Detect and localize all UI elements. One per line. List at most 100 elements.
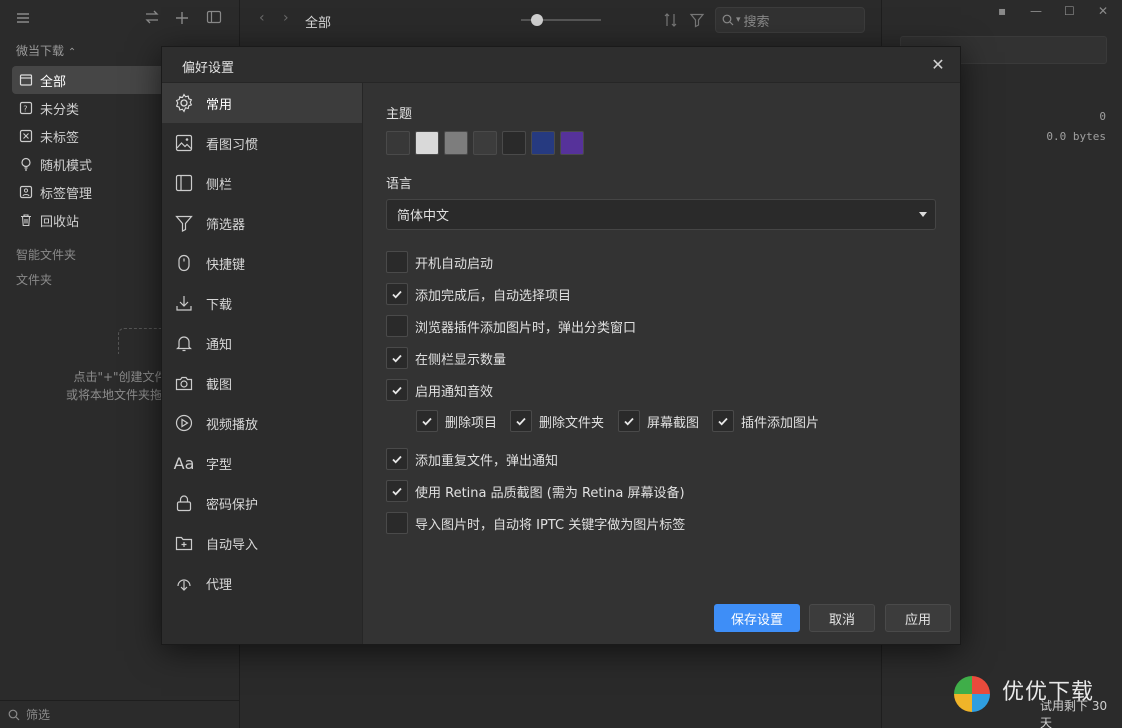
pref-nav-label: 侧栏: [206, 177, 233, 193]
filter-placeholder: 筛选: [26, 708, 51, 722]
forward-icon[interactable]: ›: [283, 10, 289, 26]
option-iptc-tags[interactable]: 导入图片时，自动将 IPTC 关键字做为图片标签: [386, 512, 685, 534]
sidebar-item-label: 未分类: [40, 102, 80, 118]
close-icon[interactable]: ✕: [928, 55, 948, 75]
suboption-delete-folder[interactable]: 删除文件夹: [510, 410, 604, 432]
cancel-button[interactable]: 取消: [809, 604, 875, 632]
sidebar-filter[interactable]: 筛选: [0, 700, 240, 728]
checkbox[interactable]: [386, 448, 408, 470]
option-label: 使用 Retina 品质截图 (需为 Retina 屏幕设备): [415, 485, 685, 501]
option-label: 删除项目: [445, 415, 498, 431]
slider-knob[interactable]: [531, 14, 543, 26]
sidebar-toolbar: [0, 8, 240, 32]
checkbox[interactable]: [386, 379, 408, 401]
brand-logo: [954, 676, 990, 712]
search-icon: [722, 14, 734, 26]
option-label: 屏幕截图: [647, 415, 700, 431]
menu-icon[interactable]: [16, 8, 30, 32]
checkbox[interactable]: [386, 315, 408, 337]
svg-text:?: ?: [23, 105, 27, 114]
option-label: 在侧栏显示数量: [415, 352, 507, 368]
language-select[interactable]: 简体中文: [386, 199, 936, 230]
add-icon[interactable]: [175, 8, 189, 32]
tab-font[interactable]: Aa 字型: [162, 443, 362, 483]
pref-nav-label: 代理: [206, 577, 233, 593]
option-show-count[interactable]: 在侧栏显示数量: [386, 347, 506, 369]
pref-nav-label: 快捷键: [206, 257, 246, 273]
toggle-sidebar-icon[interactable]: [206, 8, 222, 32]
theme-swatch-2[interactable]: [444, 131, 468, 155]
untagged-icon: [18, 128, 34, 144]
pref-nav-label: 自动导入: [206, 537, 259, 553]
library-switcher[interactable]: 微当下载 ⌃: [16, 42, 76, 59]
option-label: 导入图片时，自动将 IPTC 关键字做为图片标签: [415, 517, 686, 533]
maximize-icon[interactable]: ☐: [1064, 4, 1075, 18]
all-items-icon: [18, 72, 34, 88]
option-duplicate-notify[interactable]: 添加重复文件，弹出通知: [386, 448, 558, 470]
theme-swatch-5[interactable]: [531, 131, 555, 155]
camera-icon: [174, 373, 194, 393]
tab-proxy[interactable]: 代理: [162, 563, 362, 603]
tab-password[interactable]: 密码保护: [162, 483, 362, 523]
font-icon: Aa: [173, 453, 195, 473]
tab-general[interactable]: 常用: [162, 83, 362, 123]
checkbox[interactable]: [618, 410, 640, 432]
theme-label: 主题: [386, 107, 413, 122]
checkbox[interactable]: [386, 512, 408, 534]
chevron-updown-icon: ⌃: [67, 47, 77, 58]
pref-nav-label: 常用: [206, 97, 233, 113]
option-retina-screenshot[interactable]: 使用 Retina 品质截图 (需为 Retina 屏幕设备): [386, 480, 685, 502]
option-notify-sound[interactable]: 启用通知音效: [386, 379, 493, 401]
image-icon: [174, 133, 194, 153]
close-window-icon[interactable]: ✕: [1098, 4, 1108, 18]
sort-icon[interactable]: [144, 8, 160, 32]
checkbox[interactable]: [712, 410, 734, 432]
option-browser-popup[interactable]: 浏览器插件添加图片时，弹出分类窗口: [386, 315, 636, 337]
checkbox[interactable]: [386, 480, 408, 502]
tab-viewing[interactable]: 看图习惯: [162, 123, 362, 163]
search-input[interactable]: ▾ 搜索: [715, 7, 865, 33]
theme-swatch-4[interactable]: [502, 131, 526, 155]
checkbox[interactable]: [510, 410, 532, 432]
apply-button[interactable]: 应用: [885, 604, 951, 632]
theme-swatch-6[interactable]: [560, 131, 584, 155]
back-icon[interactable]: ‹: [259, 10, 265, 26]
save-settings-button[interactable]: 保存设置: [714, 604, 800, 632]
minimize-icon[interactable]: —: [1030, 4, 1042, 18]
play-icon: [174, 413, 194, 433]
tab-auto-import[interactable]: 自动导入: [162, 523, 362, 563]
main-toolbar: ‹ › 全部 ▾ 搜索: [241, 0, 881, 40]
tab-screenshot[interactable]: 截图: [162, 363, 362, 403]
checkbox[interactable]: [386, 251, 408, 273]
preferences-nav: 常用 看图习惯 侧栏 筛选器 快捷键 下载 通知 截图 视频播放 Aa 字型 密…: [162, 83, 363, 644]
checkbox[interactable]: [386, 347, 408, 369]
option-auto-select[interactable]: 添加完成后，自动选择项目: [386, 283, 571, 305]
theme-swatch-0[interactable]: [386, 131, 410, 155]
option-label: 开机自动启动: [415, 256, 494, 272]
pref-nav-label: 看图习惯: [206, 137, 259, 153]
suboption-plugin-add[interactable]: 插件添加图片: [712, 410, 819, 432]
tab-video[interactable]: 视频播放: [162, 403, 362, 443]
suboption-delete-item[interactable]: 删除项目: [416, 410, 497, 432]
filter-icon[interactable]: [689, 12, 705, 32]
option-auto-launch[interactable]: 开机自动启动: [386, 251, 493, 273]
tab-notifications[interactable]: 通知: [162, 323, 362, 363]
sort-order-icon[interactable]: [663, 12, 679, 32]
theme-swatch-3[interactable]: [473, 131, 497, 155]
tab-filters[interactable]: 筛选器: [162, 203, 362, 243]
tab-sidebar[interactable]: 侧栏: [162, 163, 362, 203]
option-label: 删除文件夹: [539, 415, 605, 431]
folders-label: 文件夹: [16, 273, 53, 287]
breadcrumb: 全部: [305, 16, 332, 31]
theme-swatch-1[interactable]: [415, 131, 439, 155]
checkbox[interactable]: [386, 283, 408, 305]
suboption-screenshot[interactable]: 屏幕截图: [618, 410, 699, 432]
random-mode-icon: [18, 156, 34, 172]
checkbox[interactable]: [416, 410, 438, 432]
sidebar-icon: [174, 173, 194, 193]
sidebar-item-label: 回收站: [40, 214, 80, 230]
tab-shortcuts[interactable]: 快捷键: [162, 243, 362, 283]
pin-icon[interactable]: ▪: [998, 4, 1006, 18]
option-label: 添加完成后，自动选择项目: [415, 288, 572, 304]
tab-download[interactable]: 下载: [162, 283, 362, 323]
